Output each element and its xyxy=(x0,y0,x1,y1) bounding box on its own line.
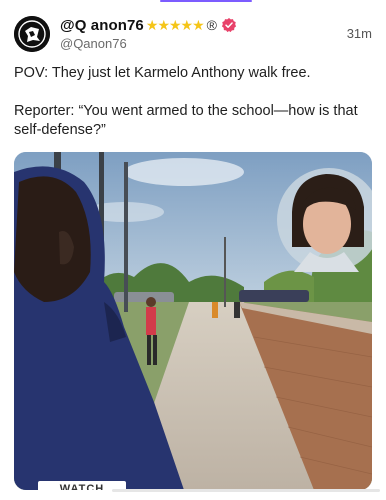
user-handle[interactable]: @Qanon76 xyxy=(60,36,127,51)
video-frame xyxy=(14,152,372,490)
media-progress-track xyxy=(112,489,380,492)
registered-mark: ® xyxy=(206,17,217,33)
post-header: @Q anon76 ★★★★★ ® @Qanon76 31m xyxy=(14,14,374,54)
post-timestamp: 31m xyxy=(346,26,372,41)
post-card: @Q anon76 ★★★★★ ® @Qanon76 31m POV: They… xyxy=(0,0,386,500)
video-thumbnail[interactable]: WATCH xyxy=(14,152,372,490)
display-name-row: @Q anon76 ★★★★★ ® xyxy=(60,14,237,36)
post-text-line-2: Reporter: “You went armed to the school—… xyxy=(14,103,358,138)
verified-badge-icon xyxy=(221,18,237,33)
post-text-line-1: POV: They just let Karmelo Anthony walk … xyxy=(14,65,311,81)
rating-stars: ★★★★★ xyxy=(145,16,205,33)
display-name[interactable]: @Q anon76 xyxy=(60,17,144,34)
avatar-image xyxy=(14,16,50,52)
post-text: POV: They just let Karmelo Anthony walk … xyxy=(14,64,374,140)
avatar[interactable] xyxy=(14,16,50,52)
